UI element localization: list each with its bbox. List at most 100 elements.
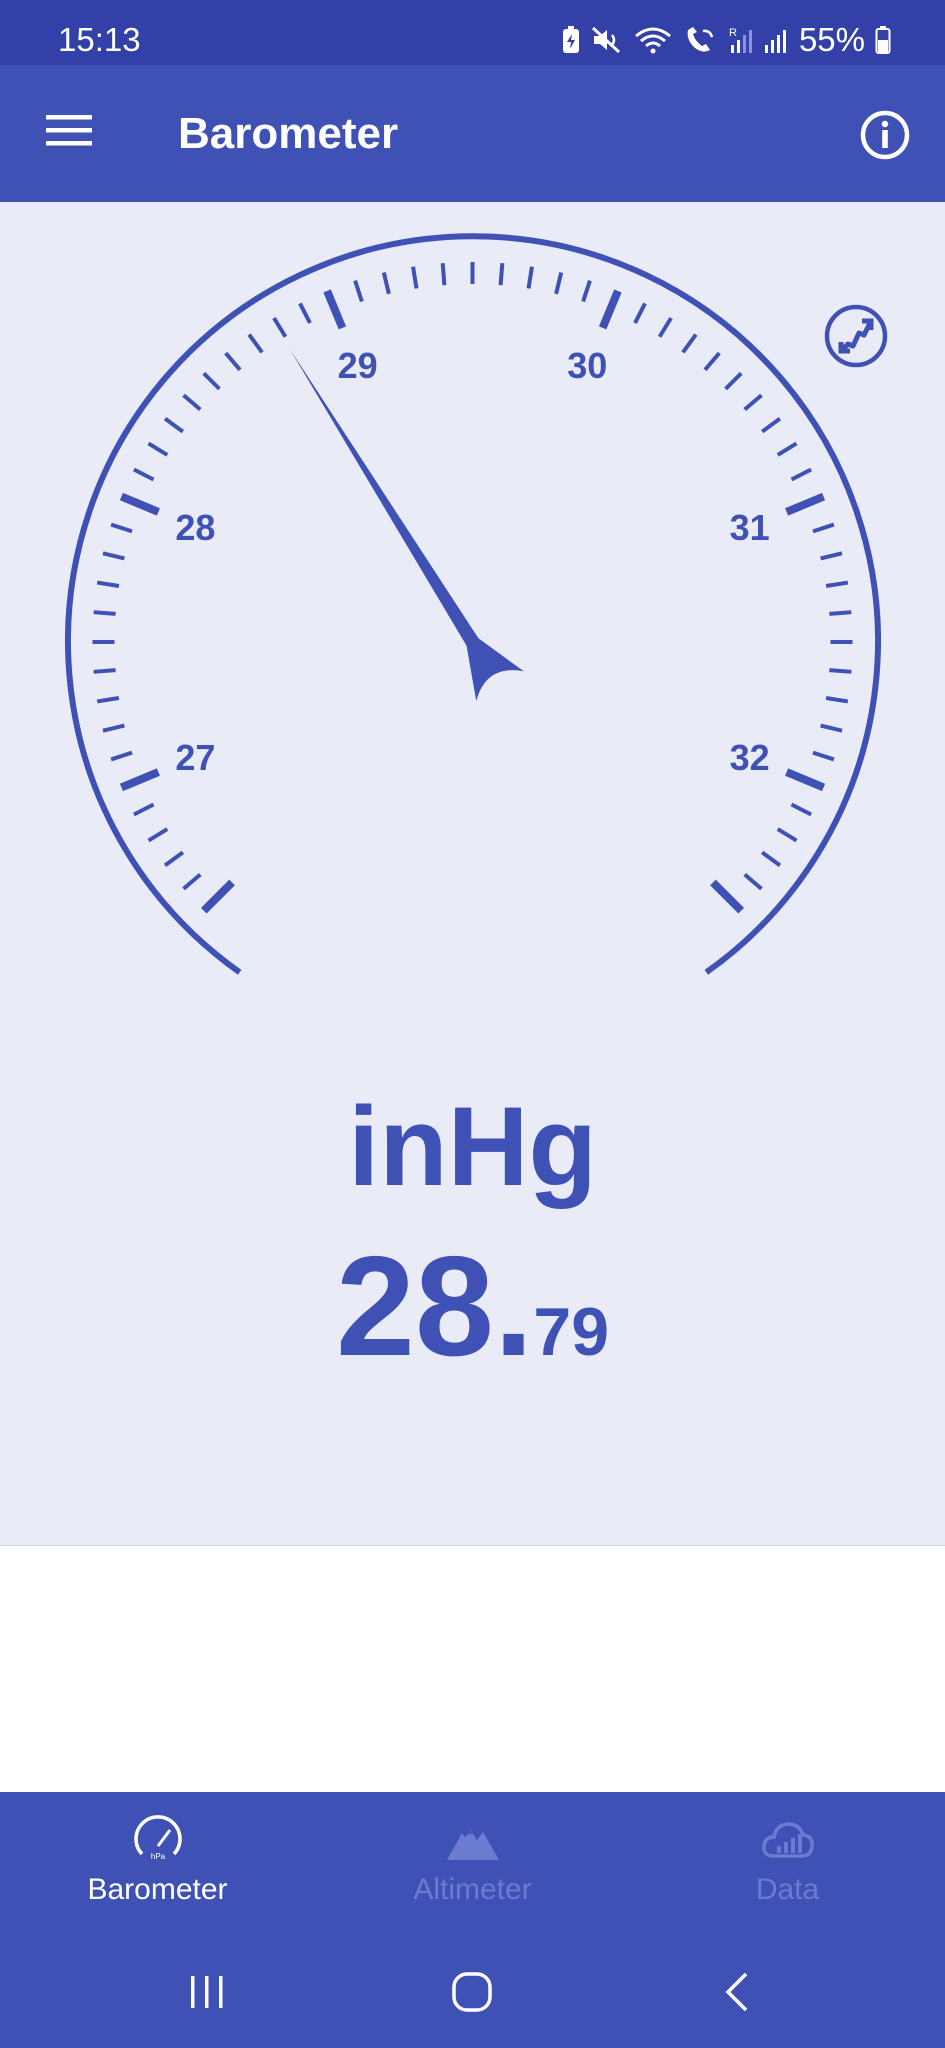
mountain-icon <box>446 1824 499 1860</box>
gauge-label: 28 <box>175 507 215 548</box>
gauge-minor-tick <box>724 371 743 391</box>
gauge-needle-wrap <box>289 349 524 701</box>
nav-item-barometer[interactable]: hPa Barometer <box>0 1810 315 1920</box>
gauge-minor-tick <box>681 333 698 354</box>
barometer-panel: 27 28 29 30 31 32 inHg 28.79 <box>0 202 945 1546</box>
page-title: Barometer <box>178 109 399 158</box>
gauge-minor-tick <box>633 302 647 324</box>
pressure-unit: inHg <box>348 1084 597 1209</box>
gauge-minor-tick <box>820 723 843 733</box>
gauge-minor-tick <box>743 393 763 412</box>
status-icons: R 55% <box>561 20 891 60</box>
gauge-minor-tick <box>703 351 721 372</box>
gauge-major-tick <box>119 768 160 792</box>
svg-text:hPa: hPa <box>150 1852 165 1861</box>
gauge-minor-tick <box>247 333 264 354</box>
info-icon <box>860 110 910 160</box>
gauge-minor-tick <box>554 272 564 295</box>
cloud-chart-icon <box>761 1822 814 1858</box>
gauge-minor-tick <box>381 272 391 295</box>
back-button[interactable] <box>708 1962 768 2022</box>
battery-saver-icon <box>562 26 579 53</box>
recent-apps-icon <box>191 1976 223 2008</box>
gauge-label: 29 <box>338 345 378 386</box>
battery-percentage: 55% <box>798 21 865 58</box>
gauge-minor-tick <box>353 279 364 303</box>
pressure-gauge: 27 28 29 30 31 32 <box>65 233 881 975</box>
gauge-minor-tick <box>776 827 798 843</box>
gauge-minor-tick <box>182 872 202 891</box>
gauge-minor-tick <box>790 467 812 482</box>
reading-separator: . <box>493 1227 534 1386</box>
wifi-icon <box>634 27 671 54</box>
nav-item-data[interactable]: Data <box>630 1810 945 1920</box>
gauge-major-tick <box>200 879 235 914</box>
nav-label-barometer: Barometer <box>87 1873 228 1906</box>
gauge-minor-tick <box>825 696 849 704</box>
gauge-minor-tick <box>825 580 849 588</box>
reading-integer: 28 <box>335 1227 494 1386</box>
gauge-minor-tick <box>760 417 782 434</box>
gauge-minor-tick <box>93 668 116 674</box>
reading-decimal: 79 <box>533 1294 610 1370</box>
gauge-minor-tick <box>760 850 782 867</box>
svg-text:R: R <box>729 27 737 39</box>
gauge-major-tick <box>785 768 826 792</box>
menu-button[interactable] <box>44 111 94 151</box>
gauge-minor-tick <box>298 302 312 324</box>
info-button[interactable] <box>859 109 911 161</box>
gauge-minor-tick <box>440 263 447 286</box>
nav-item-altimeter[interactable]: Altimeter <box>315 1810 630 1920</box>
calibrate-icon <box>824 304 888 368</box>
menu-icon <box>46 115 92 146</box>
gauge-minor-tick <box>812 750 835 762</box>
gauge-minor-tick <box>812 522 835 534</box>
home-icon <box>452 1972 492 2012</box>
gauge-minor-tick <box>147 827 169 843</box>
gauge-minor-tick <box>820 551 843 561</box>
app-bar: Barometer <box>0 65 945 202</box>
signal-icon <box>764 30 786 53</box>
gauge-label: 32 <box>730 737 770 778</box>
recent-apps-button[interactable] <box>177 1962 237 2022</box>
gauge-minor-tick <box>93 610 116 616</box>
bottom-nav: hPa Barometer Altimeter Data <box>0 1792 945 2048</box>
gauge-minor-tick <box>163 850 185 867</box>
gauge-minor-tick <box>743 872 763 891</box>
home-button[interactable] <box>442 1962 502 2022</box>
gauge-minor-tick <box>829 610 852 616</box>
wifi-calling-icon <box>687 27 714 52</box>
nav-label-data: Data <box>755 1873 820 1906</box>
gauge-minor-tick <box>96 580 120 588</box>
gauge-minor-tick <box>133 467 155 482</box>
gauge-minor-tick <box>272 316 288 338</box>
status-bar: 15:13 R 55% <box>0 0 945 65</box>
gauge-minor-tick <box>411 266 419 289</box>
gauge-minor-tick <box>829 668 852 674</box>
gauge-minor-tick <box>96 696 120 704</box>
gauge-major-tick <box>785 492 826 516</box>
gauge-major-tick <box>323 289 347 330</box>
gauge-labels: 27 28 29 30 31 32 <box>175 345 769 778</box>
gauge-needle <box>289 349 524 701</box>
signal-roaming-icon: R <box>729 27 752 53</box>
calibrate-button[interactable] <box>822 302 890 370</box>
gauge-minor-tick <box>102 723 125 733</box>
mute-icon <box>591 26 620 54</box>
gauge-label: 31 <box>730 507 770 548</box>
ad-space <box>0 1546 945 1792</box>
gauge-minor-tick <box>657 316 673 338</box>
pressure-reading: 28.79 <box>0 1227 945 1412</box>
gauge-minor-tick <box>110 522 133 534</box>
gauge-minor-tick <box>498 263 505 286</box>
gauge-label: 30 <box>567 345 607 386</box>
gauge-ticks <box>92 262 853 914</box>
gauge-minor-tick <box>163 417 185 434</box>
back-icon <box>725 1972 748 2012</box>
gauge-minor-tick <box>526 266 534 289</box>
gauge-minor-tick <box>224 351 242 372</box>
status-time: 15:13 <box>58 21 141 58</box>
nav-label-altimeter: Altimeter <box>413 1873 532 1906</box>
battery-icon <box>875 26 891 54</box>
gauge-minor-tick <box>110 750 133 762</box>
